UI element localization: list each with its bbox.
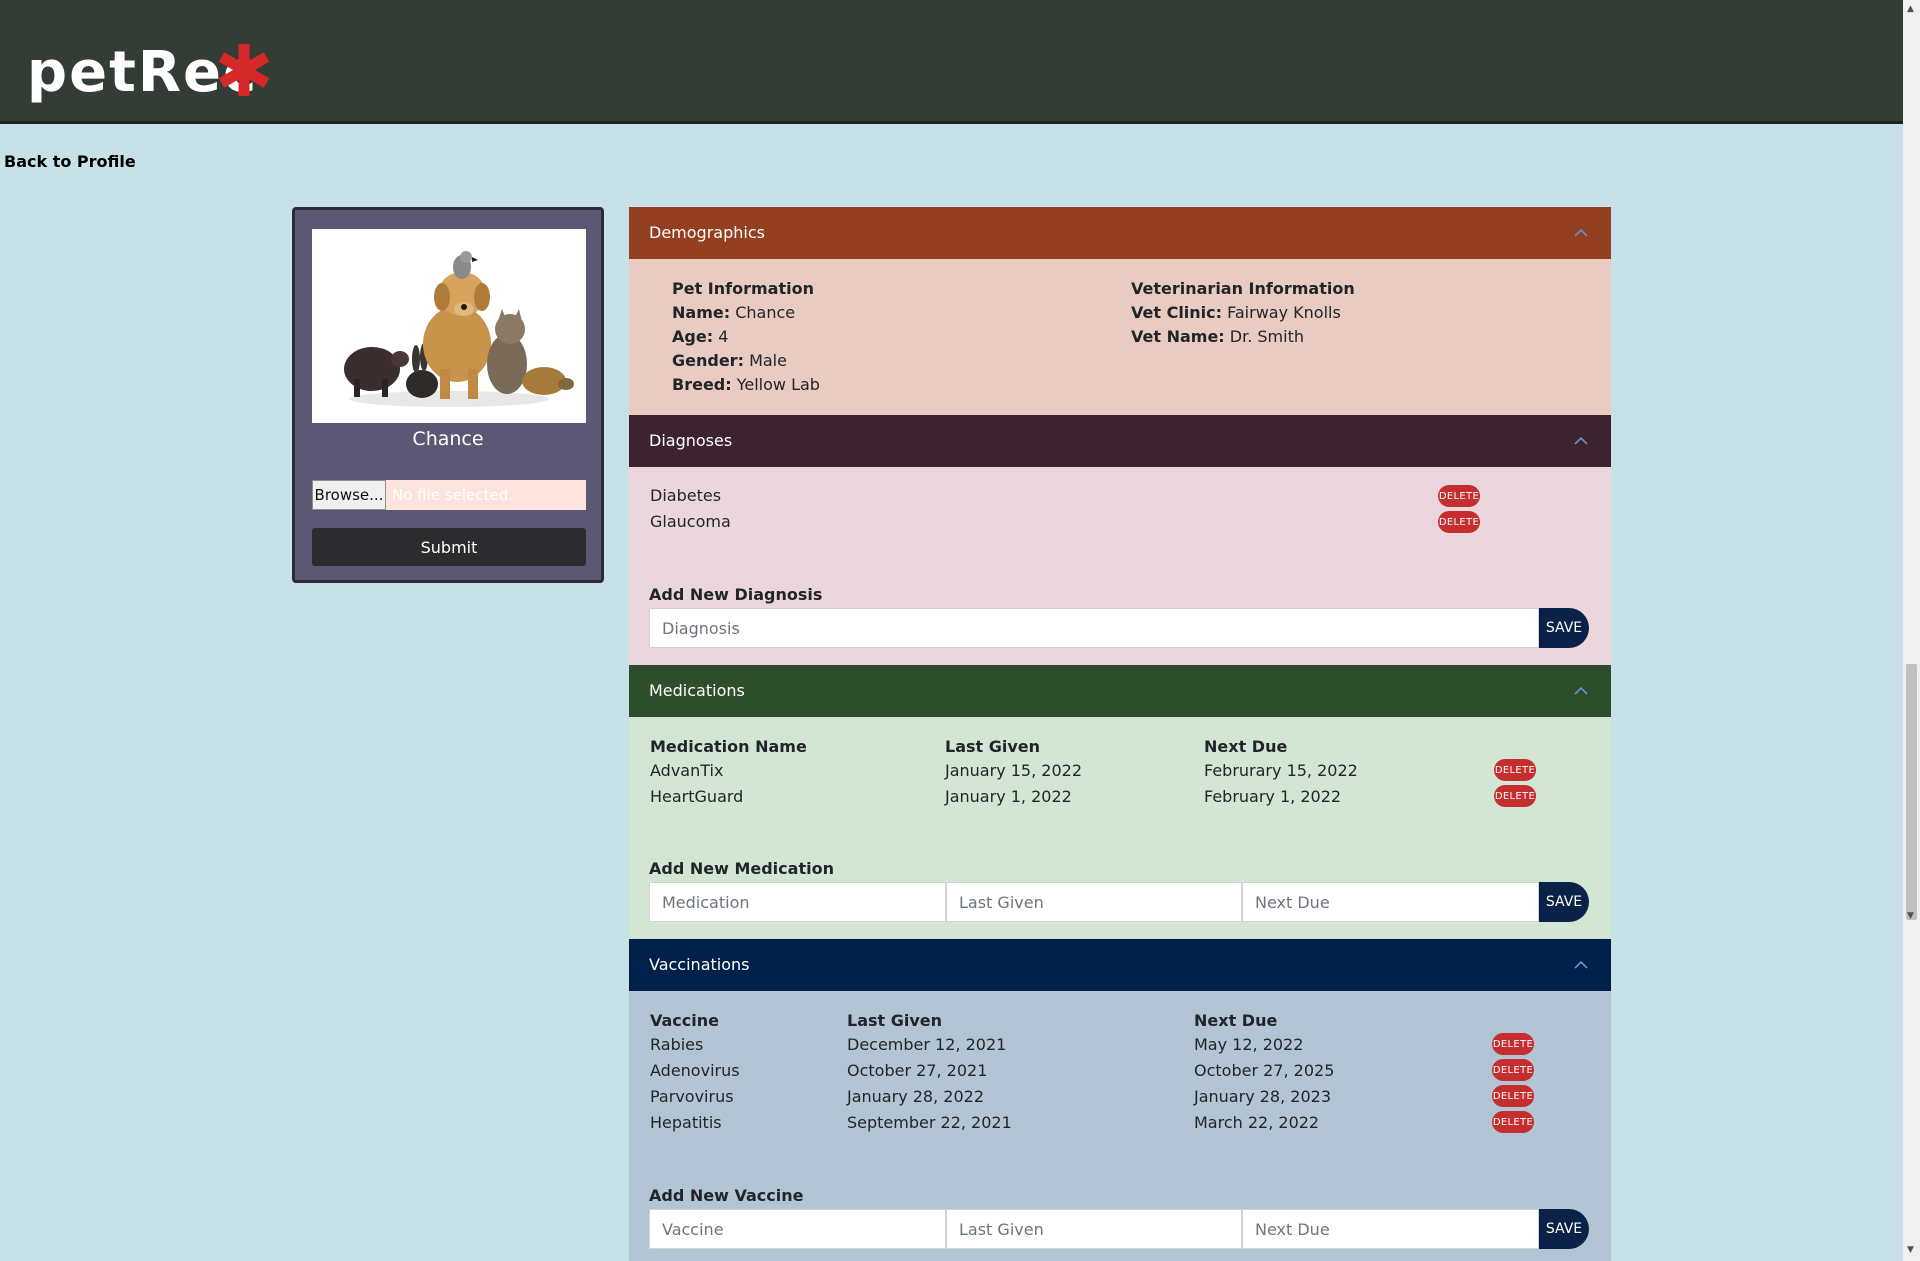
delete-vaccine-button[interactable]: DELETE	[1492, 1111, 1534, 1133]
vaccine-last-given: October 27, 2021	[847, 1061, 988, 1080]
column-header: Medication Name	[650, 737, 807, 756]
last-given-input[interactable]	[946, 1209, 1242, 1249]
vaccine-input[interactable]	[649, 1209, 946, 1249]
vaccine-next-due: October 27, 2025	[1194, 1061, 1335, 1080]
chevron-up-icon[interactable]	[1573, 225, 1589, 241]
delete-medication-button[interactable]: DELETE	[1494, 759, 1536, 781]
vaccine-next-due: March 22, 2022	[1194, 1113, 1320, 1132]
diagnoses-header[interactable]: Diagnoses	[629, 415, 1611, 467]
last-given-input[interactable]	[946, 882, 1242, 922]
vet-name-row: Vet Name: Dr. Smith	[1131, 327, 1304, 346]
vaccinations-title: Vaccinations	[649, 955, 750, 974]
vaccine-last-given: January 28, 2022	[847, 1087, 984, 1106]
add-medication-form: SAVE	[649, 882, 1589, 922]
save-diagnosis-button[interactable]: SAVE	[1539, 608, 1589, 648]
delete-diagnosis-button[interactable]: DELETE	[1438, 485, 1480, 507]
add-medication-title: Add New Medication	[649, 859, 834, 878]
save-medication-button[interactable]: SAVE	[1539, 882, 1589, 922]
page-scrollbar[interactable]: ▲ ▼ ▼	[1903, 0, 1920, 1261]
column-header: Last Given	[945, 737, 1041, 756]
demographics-panel: Pet Information Name: Chance Age: 4 Gend…	[629, 259, 1611, 415]
add-vaccine-title: Add New Vaccine	[649, 1186, 804, 1205]
add-vaccine-form: SAVE	[649, 1209, 1589, 1249]
file-status: No file selected.	[392, 486, 513, 504]
medication-last-given: January 15, 2022	[945, 761, 1082, 780]
delete-medication-button[interactable]: DELETE	[1494, 785, 1536, 807]
next-due-input[interactable]	[1242, 1209, 1539, 1249]
vaccine-last-given: December 12, 2021	[847, 1035, 1007, 1054]
back-to-profile-link[interactable]: Back to Profile	[4, 152, 136, 171]
medication-input[interactable]	[649, 882, 946, 922]
scroll-down-icon[interactable]: ▼	[1907, 911, 1914, 921]
delete-vaccine-button[interactable]: DELETE	[1492, 1033, 1534, 1055]
vaccinations-panel: Vaccine Last Given Next Due Rabies Decem…	[629, 991, 1611, 1261]
column-header: Next Due	[1204, 737, 1288, 756]
vaccine-last-given: September 22, 2021	[847, 1113, 1012, 1132]
scroll-thumb[interactable]	[1906, 664, 1917, 920]
asterisk-icon	[218, 44, 270, 96]
pet-photo	[312, 229, 586, 423]
pets-image	[344, 251, 574, 407]
scroll-up-icon[interactable]: ▲	[1907, 4, 1914, 14]
delete-vaccine-button[interactable]: DELETE	[1492, 1085, 1534, 1107]
vet-clinic-row: Vet Clinic: Fairway Knolls	[1131, 303, 1341, 322]
file-upload[interactable]: Browse... No file selected.	[312, 480, 586, 510]
medication-last-given: January 1, 2022	[945, 787, 1072, 806]
medication-name: AdvanTix	[650, 761, 724, 780]
browse-button[interactable]: Browse...	[312, 480, 386, 510]
diagnoses-title: Diagnoses	[649, 431, 733, 450]
medications-title: Medications	[649, 681, 745, 700]
vaccine-next-due: May 12, 2022	[1194, 1035, 1304, 1054]
chevron-up-icon[interactable]	[1573, 433, 1589, 449]
diagnoses-panel: Diabetes DELETE Glaucoma DELETE Add New …	[629, 467, 1611, 665]
records-accordion: Demographics Pet Information Name: Chanc…	[629, 207, 1611, 1261]
chevron-up-icon[interactable]	[1573, 957, 1589, 973]
vaccine-next-due: January 28, 2023	[1194, 1087, 1331, 1106]
demographics-title: Demographics	[649, 223, 765, 242]
profile-card: Chance Browse... No file selected. Submi…	[292, 207, 604, 583]
chevron-up-icon[interactable]	[1573, 683, 1589, 699]
save-vaccine-button[interactable]: SAVE	[1539, 1209, 1589, 1249]
vet-info-title: Veterinarian Information	[1131, 279, 1355, 298]
medications-panel: Medication Name Last Given Next Due Adva…	[629, 717, 1611, 939]
medications-header[interactable]: Medications	[629, 665, 1611, 717]
diagnosis-input[interactable]	[649, 608, 1539, 648]
medication-next-due: Februrary 15, 2022	[1204, 761, 1358, 780]
vaccinations-header[interactable]: Vaccinations	[629, 939, 1611, 991]
scroll-down-icon[interactable]: ▼	[1907, 1245, 1914, 1255]
pet-age-row: Age: 4	[672, 327, 729, 346]
pet-name: Chance	[412, 428, 484, 450]
medication-next-due: February 1, 2022	[1204, 787, 1342, 806]
vaccine-name: Parvovirus	[650, 1087, 734, 1106]
delete-diagnosis-button[interactable]: DELETE	[1438, 511, 1480, 533]
add-diagnosis-title: Add New Diagnosis	[649, 585, 823, 604]
column-header: Next Due	[1194, 1011, 1278, 1030]
column-header: Last Given	[847, 1011, 943, 1030]
next-due-input[interactable]	[1242, 882, 1539, 922]
medication-name: HeartGuard	[650, 787, 744, 806]
demographics-header[interactable]: Demographics	[629, 207, 1611, 259]
app-header: petRec	[0, 0, 1903, 124]
submit-button[interactable]: Submit	[312, 528, 586, 566]
diagnosis-item: Glaucoma	[650, 512, 731, 531]
diagnosis-item: Diabetes	[650, 486, 722, 505]
add-diagnosis-form: SAVE	[649, 608, 1589, 648]
vaccine-name: Rabies	[650, 1035, 704, 1054]
pet-breed-row: Breed: Yellow Lab	[672, 375, 820, 394]
pet-name-row: Name: Chance	[672, 303, 796, 322]
delete-vaccine-button[interactable]: DELETE	[1492, 1059, 1534, 1081]
pet-info-title: Pet Information	[672, 279, 814, 298]
column-header: Vaccine	[650, 1011, 719, 1030]
vaccine-name: Adenovirus	[650, 1061, 740, 1080]
vaccine-name: Hepatitis	[650, 1113, 722, 1132]
pet-gender-row: Gender: Male	[672, 351, 787, 370]
